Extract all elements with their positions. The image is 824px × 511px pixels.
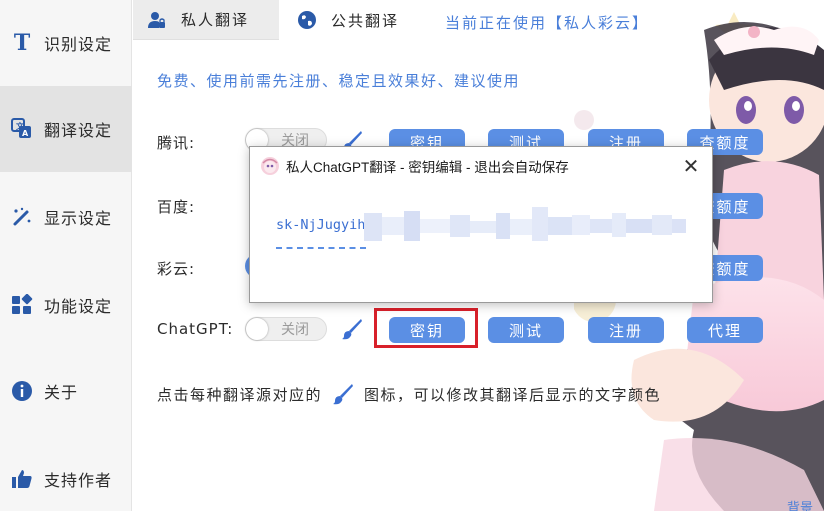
translate-icon: 文A xyxy=(10,117,34,141)
row-label-tencent: 腾讯: xyxy=(157,134,196,152)
dialog-title: 私人ChatGPT翻译 - 密钥编辑 - 退出会自动保存 xyxy=(286,160,569,175)
magic-wand-icon xyxy=(10,205,34,229)
app-logo-icon xyxy=(261,157,279,175)
key-edit-dialog: 私人ChatGPT翻译 - 密钥编辑 - 退出会自动保存 ✕ sk-NjJugy… xyxy=(249,146,713,303)
info-icon xyxy=(10,379,34,403)
sidebar-item-label: 识别设定 xyxy=(44,35,113,54)
hint-text-before: 点击每种翻译源对应的 xyxy=(157,385,323,404)
sidebar-item-recognition[interactable]: T 识别设定 xyxy=(0,0,132,86)
text-t-icon: T xyxy=(13,30,31,56)
sidebar-item-about[interactable]: 关于 xyxy=(0,348,132,434)
tab-label: 公共翻译 xyxy=(331,11,400,30)
sidebar-item-label: 支持作者 xyxy=(44,471,113,490)
sidebar-item-label: 翻译设定 xyxy=(44,121,113,140)
api-key-value: sk-NjJugyih xyxy=(276,217,366,233)
grid-icon xyxy=(10,293,34,317)
thumbs-up-icon xyxy=(10,467,34,491)
toggle-state: 关闭 xyxy=(281,322,309,338)
background-link[interactable]: 背景图 xyxy=(787,497,824,511)
hint-text-after: 图标，可以修改其翻译后显示的文字颜色 xyxy=(364,385,662,404)
sidebar-item-label: 显示设定 xyxy=(44,209,113,228)
dialog-titlebar[interactable]: 私人ChatGPT翻译 - 密钥编辑 - 退出会自动保存 ✕ xyxy=(250,147,712,185)
sidebar-item-label: 关于 xyxy=(44,383,79,402)
tab-bar: 私人翻译 公共翻译 当前正在使用【私人彩云】 xyxy=(133,0,824,40)
close-icon[interactable]: ✕ xyxy=(680,154,702,178)
api-key-input[interactable]: sk-NjJugyih xyxy=(272,207,692,253)
svg-text:A: A xyxy=(22,129,29,138)
tab-private-translation[interactable]: 私人翻译 xyxy=(133,0,279,40)
highlight-box xyxy=(374,308,478,348)
sidebar-item-function[interactable]: 功能设定 xyxy=(0,262,132,348)
tab-label: 私人翻译 xyxy=(181,11,250,29)
key-underline xyxy=(276,247,366,249)
current-engine-status: 当前正在使用【私人彩云】 xyxy=(445,14,650,32)
sidebar-item-support[interactable]: 支持作者 xyxy=(0,436,132,511)
user-lock-icon xyxy=(147,10,167,30)
private-translation-description: 免费、使用前需先注册、稳定且效果好、建议使用 xyxy=(157,72,521,90)
color-hint: 点击每种翻译源对应的 图标，可以修改其翻译后显示的文字颜色 xyxy=(157,383,661,405)
sidebar-item-translation[interactable]: 文A 翻译设定 xyxy=(0,86,132,172)
color-brush-icon[interactable] xyxy=(341,318,363,340)
chatgpt-test-button[interactable]: 测试 xyxy=(488,317,564,343)
sidebar-item-display[interactable]: 显示设定 xyxy=(0,174,132,260)
sidebar-item-label: 功能设定 xyxy=(44,297,113,316)
chatgpt-register-button[interactable]: 注册 xyxy=(588,317,664,343)
row-label-baidu: 百度: xyxy=(157,198,196,216)
toggle-knob xyxy=(246,318,268,340)
sidebar: T 识别设定 文A 翻译设定 显示设定 功能设定 关于 支持作者 xyxy=(0,0,132,511)
chatgpt-toggle[interactable]: 关闭 xyxy=(245,317,327,341)
color-brush-icon xyxy=(333,384,354,405)
globe-icon xyxy=(297,10,317,30)
tab-public-translation[interactable]: 公共翻译 xyxy=(283,0,433,40)
chatgpt-proxy-button[interactable]: 代理 xyxy=(687,317,763,343)
row-label-chatgpt: ChatGPT: xyxy=(157,320,234,338)
row-label-caiyun: 彩云: xyxy=(157,260,196,278)
